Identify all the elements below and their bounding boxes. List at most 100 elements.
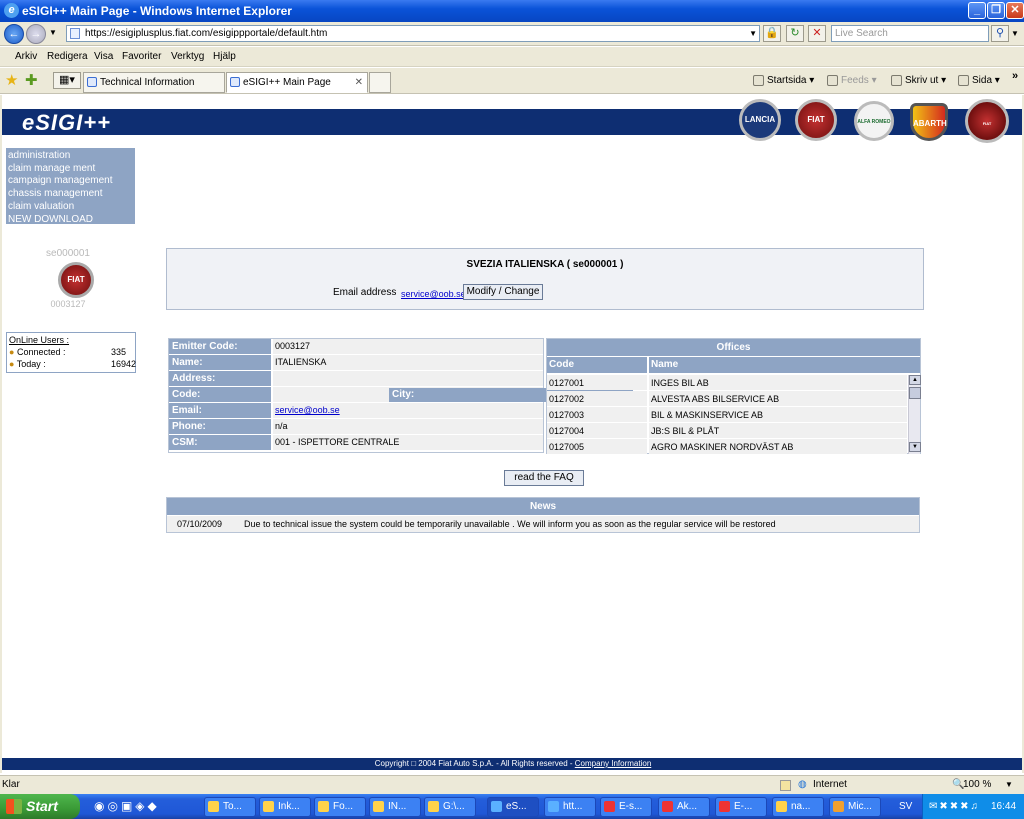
- search-icon[interactable]: ⚲: [991, 25, 1009, 42]
- taskbar-item[interactable]: IN...: [369, 797, 421, 817]
- table-row[interactable]: 0127004 JB:S BIL & PLÅT: [547, 423, 907, 439]
- csm-value: 001 - ISPETTORE CENTRALE: [273, 435, 543, 450]
- page-icon: [958, 75, 969, 86]
- page-menu-button[interactable]: Sida ▾: [958, 74, 1000, 88]
- table-row[interactable]: 0127005 AGRO MASKINER NORDVÄST AB: [547, 439, 907, 455]
- close-tab-icon[interactable]: ✕: [355, 73, 363, 92]
- page-icon: [230, 77, 240, 87]
- lancia-logo: LANCIA: [739, 99, 781, 141]
- tray-icons[interactable]: ✉✖✖✖♫: [929, 794, 980, 819]
- news-item: 07/10/2009 Due to technical issue the sy…: [167, 516, 919, 532]
- taskbar-item[interactable]: Fo...: [314, 797, 366, 817]
- page-footer: Copyright □ 2004 Fiat Auto S.p.A. - All …: [2, 758, 1022, 770]
- table-row[interactable]: 0127002 ALVESTA ABS BILSERVICE AB: [547, 391, 907, 407]
- taskbar-item[interactable]: G:\...: [424, 797, 476, 817]
- taskbar-item-active[interactable]: eS...: [487, 797, 539, 817]
- news-text: Due to technical issue the system could …: [244, 519, 776, 529]
- email-link[interactable]: service@oob.se: [401, 289, 466, 299]
- left-nav-menu: administration claim manage ment campaig…: [6, 148, 135, 237]
- user-icon: ●: [9, 347, 15, 357]
- refresh-icon[interactable]: ↻: [786, 25, 804, 42]
- alfa-romeo-logo: ALFA ROMEO: [854, 101, 894, 141]
- email-value: service@oob.se: [273, 403, 543, 418]
- menu-verktyg[interactable]: Verktyg: [171, 47, 204, 67]
- nav-item-administration[interactable]: administration: [8, 150, 133, 163]
- taskbar-item[interactable]: E-s...: [600, 797, 652, 817]
- scroll-down-icon[interactable]: ▼: [909, 442, 921, 452]
- table-row: Phone: n/a: [169, 419, 543, 435]
- news-panel: News 07/10/2009 Due to technical issue t…: [166, 497, 920, 533]
- stop-icon[interactable]: ✕: [808, 25, 826, 42]
- back-button[interactable]: ←: [4, 24, 24, 44]
- scroll-up-icon[interactable]: ▲: [909, 375, 921, 385]
- quick-launch-icons[interactable]: ◉◎▣◈◆: [94, 799, 160, 813]
- table-row: CSM: 001 - ISPETTORE CENTRALE: [169, 435, 543, 451]
- phone-value: n/a: [273, 419, 543, 434]
- taskbar-item[interactable]: E-...: [715, 797, 767, 817]
- table-row: Email: service@oob.se: [169, 403, 543, 419]
- protected-mode-icon[interactable]: [780, 780, 791, 791]
- read-faq-button[interactable]: read the FAQ: [504, 470, 584, 486]
- name-value: ITALIENSKA: [273, 355, 543, 370]
- offices-scrollbar[interactable]: ▲ ▼: [908, 375, 921, 454]
- scroll-thumb[interactable]: [909, 387, 921, 399]
- tab-technical-information[interactable]: Technical Information: [83, 72, 225, 93]
- fiat-logo: FIAT: [795, 99, 837, 141]
- zoom-dropdown-icon[interactable]: ▼: [1005, 776, 1013, 794]
- language-indicator[interactable]: SV: [899, 794, 912, 819]
- menu-arkiv[interactable]: Arkiv: [15, 47, 37, 67]
- home-button[interactable]: Startsida ▾: [753, 74, 814, 88]
- copyright-text: Copyright □ 2004 Fiat Auto S.p.A. - All …: [374, 759, 573, 768]
- tab-esigi-main-page[interactable]: eSIGI++ Main Page ✕: [226, 72, 368, 93]
- taskbar-item[interactable]: Ink...: [259, 797, 311, 817]
- minimize-button[interactable]: _: [968, 2, 986, 19]
- table-row[interactable]: 0127001 INGES BIL AB: [547, 375, 907, 391]
- taskbar-item[interactable]: htt...: [544, 797, 596, 817]
- company-information-link[interactable]: Company Information: [575, 759, 651, 768]
- nav-item-chassis-management[interactable]: chassis management: [8, 188, 133, 201]
- email-key: Email:: [169, 403, 271, 418]
- fiat-professional-logo: FIAT PROFESSIONAL: [965, 99, 1009, 170]
- taskbar-item[interactable]: Ak...: [658, 797, 710, 817]
- emitter-email-link[interactable]: service@oob.se: [275, 405, 340, 415]
- history-dropdown-icon[interactable]: ▼: [49, 28, 57, 37]
- search-input[interactable]: Live Search: [831, 25, 989, 42]
- code-key: Code:: [169, 387, 271, 402]
- office-name: ALVESTA ABS BILSERVICE AB: [649, 391, 907, 406]
- menu-favoriter[interactable]: Favoriter: [122, 47, 161, 67]
- email-label: Email address: [333, 287, 397, 298]
- office-code: 0127004: [547, 423, 647, 438]
- add-favorite-icon[interactable]: ✚: [25, 71, 38, 89]
- lock-icon[interactable]: 🔒: [763, 25, 781, 42]
- taskbar-item[interactable]: Mic...: [829, 797, 881, 817]
- close-button[interactable]: ✕: [1006, 2, 1024, 19]
- new-tab-button[interactable]: [369, 72, 391, 93]
- chevron-more-icon[interactable]: »: [1012, 70, 1018, 82]
- connected-value: 335: [111, 347, 127, 357]
- quick-tabs-icon[interactable]: ▦▾: [53, 72, 81, 89]
- nav-item-claim-management[interactable]: claim manage ment: [8, 163, 133, 176]
- menu-redigera[interactable]: Redigera: [47, 47, 88, 67]
- office-name: JB:S BIL & PLÅT: [649, 423, 907, 438]
- start-button[interactable]: Start: [0, 794, 80, 819]
- forward-button[interactable]: →: [26, 24, 46, 44]
- nav-item-download-upload[interactable]: NEW DOWNLOAD UPLOAD: [8, 214, 133, 239]
- feeds-button[interactable]: Feeds ▾: [827, 74, 877, 88]
- menu-hjalp[interactable]: Hjälp: [213, 47, 236, 67]
- favorites-star-icon[interactable]: ★: [5, 71, 18, 89]
- print-button[interactable]: Skriv ut ▾: [891, 74, 946, 88]
- search-options-icon[interactable]: ▼: [1011, 29, 1019, 38]
- address-dropdown-icon[interactable]: ▼: [749, 26, 757, 41]
- printer-icon: [891, 75, 902, 86]
- modify-change-button[interactable]: Modify / Change: [463, 284, 543, 300]
- zoom-level[interactable]: 100 %: [963, 776, 991, 794]
- address-input[interactable]: https://esigiplusplus.fiat.com/esigipppo…: [66, 25, 760, 42]
- menu-visa[interactable]: Visa: [94, 47, 113, 67]
- taskbar-item[interactable]: To...: [204, 797, 256, 817]
- nav-item-campaign-management[interactable]: campaign management: [8, 175, 133, 188]
- table-row[interactable]: 0127003 BIL & MASKINSERVICE AB: [547, 407, 907, 423]
- nav-item-claim-valuation[interactable]: claim valuation: [8, 201, 133, 214]
- page-icon: [70, 28, 80, 39]
- maximize-button[interactable]: ❐: [987, 2, 1005, 19]
- taskbar-item[interactable]: na...: [772, 797, 824, 817]
